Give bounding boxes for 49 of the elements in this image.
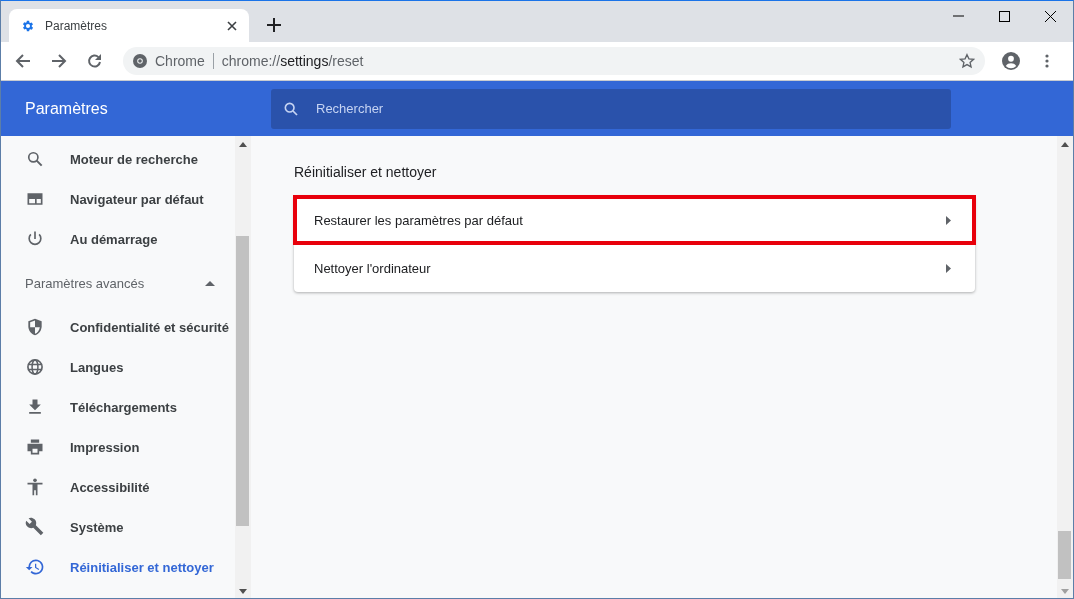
search-icon xyxy=(283,100,299,117)
settings-row[interactable]: Nettoyer l'ordinateur xyxy=(294,244,975,292)
scroll-up-icon[interactable] xyxy=(1061,142,1069,147)
caret-up-icon xyxy=(205,280,215,286)
site-label: Chrome xyxy=(155,53,205,69)
caret-right-icon xyxy=(946,215,951,225)
sidebar-item[interactable]: Moteur de recherche xyxy=(1,139,235,179)
close-icon[interactable] xyxy=(227,20,237,31)
url-text: chrome://settings/reset xyxy=(221,53,364,69)
gear-icon xyxy=(21,18,35,33)
forward-icon[interactable] xyxy=(51,53,67,69)
star-icon[interactable] xyxy=(959,53,975,69)
sidebar-item[interactable]: Système xyxy=(1,507,235,547)
search-icon xyxy=(25,149,45,169)
back-icon[interactable] xyxy=(15,53,31,69)
printer-icon xyxy=(25,437,45,457)
person-icon xyxy=(25,477,45,497)
search-field[interactable]: Rechercher xyxy=(271,88,951,129)
sidebar-item[interactable]: Navigateur par défaut xyxy=(1,179,235,219)
scrollbar[interactable] xyxy=(235,136,251,598)
sidebar-item[interactable]: Accessibilité xyxy=(1,467,235,507)
globe-icon xyxy=(25,357,45,377)
sidebar-item[interactable]: Confidentialité et sécurité xyxy=(1,307,235,347)
scroll-thumb[interactable] xyxy=(236,236,249,526)
settings-row[interactable]: Restaurer les paramètres par défaut xyxy=(294,196,975,244)
maximize-icon[interactable] xyxy=(998,10,1010,22)
history-icon xyxy=(25,557,45,577)
minimize-icon[interactable] xyxy=(952,15,964,17)
wrench-icon xyxy=(25,517,45,537)
sidebar-item[interactable]: Langues xyxy=(1,347,235,387)
sidebar-item[interactable]: Réinitialiser et nettoyer xyxy=(1,547,235,587)
scroll-thumb[interactable] xyxy=(1058,531,1071,579)
scroll-down-icon[interactable] xyxy=(239,589,247,594)
reload-icon[interactable] xyxy=(87,53,103,69)
page-title: Paramètres xyxy=(24,99,109,118)
menu-icon[interactable] xyxy=(1045,54,1049,68)
shield-icon xyxy=(25,317,45,337)
scroll-up-icon[interactable] xyxy=(239,142,247,147)
sidebar-item[interactable]: Au démarrage xyxy=(1,219,235,259)
scrollbar[interactable] xyxy=(1057,136,1073,598)
advanced-settings-toggle[interactable]: Paramètres avancés xyxy=(1,259,235,307)
sidebar-item[interactable]: Téléchargements xyxy=(1,387,235,427)
account-icon[interactable] xyxy=(1002,52,1020,70)
caret-right-icon xyxy=(946,264,951,273)
browser-tab[interactable]: Paramètres xyxy=(9,9,249,42)
close-icon[interactable] xyxy=(1044,10,1056,22)
address-bar[interactable]: Chrome chrome://settings/reset xyxy=(123,47,985,75)
section-title: Réinitialiser et nettoyer xyxy=(294,164,438,180)
sidebar-item[interactable]: Impression xyxy=(1,427,235,467)
